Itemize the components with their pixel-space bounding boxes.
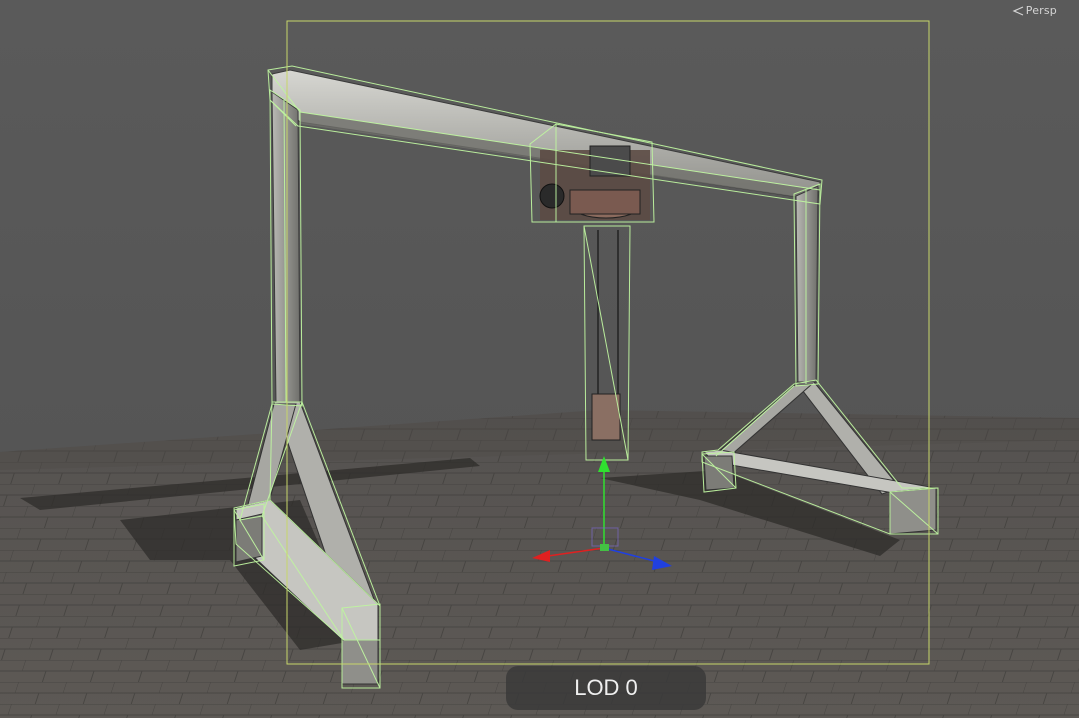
center-handle[interactable] <box>600 544 609 551</box>
projection-toggle[interactable]: Persp <box>1012 4 1057 17</box>
lod-label: LOD 0 <box>574 675 638 700</box>
lod-indicator: LOD 0 <box>506 666 706 710</box>
perspective-icon <box>1012 5 1024 16</box>
scene-viewport[interactable]: Persp LOD 0 <box>0 0 1079 718</box>
scene-canvas[interactable] <box>0 0 1079 718</box>
right-post[interactable] <box>795 185 819 385</box>
projection-label: Persp <box>1025 4 1057 17</box>
